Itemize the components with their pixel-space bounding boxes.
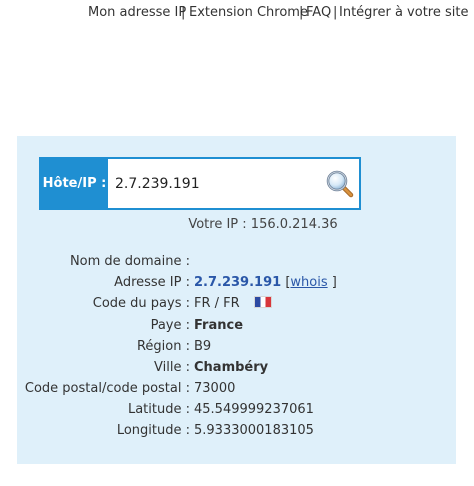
domain-label: Nom de domaine : xyxy=(69,254,190,269)
country-code-value: FR / FR xyxy=(194,296,240,311)
longitude-value: 5.9333000183105 xyxy=(194,423,314,438)
longitude-label: Longitude : xyxy=(116,423,190,438)
top-navigation: Mon adresse IP | Extension Chrome | FAQ … xyxy=(0,5,474,25)
row-city: Ville : Chambéry xyxy=(0,358,474,378)
your-ip-value: 156.0.214.36 xyxy=(250,217,338,232)
search-button[interactable] xyxy=(325,169,355,199)
city-label: Ville : xyxy=(154,360,190,375)
host-ip-label: Hôte/IP : xyxy=(41,159,108,208)
row-longitude: Longitude : 5.9333000183105 xyxy=(0,421,474,441)
ip-address-value-group: 2.7.239.191 [whois ] xyxy=(194,273,337,293)
whois-bracket-close: ] xyxy=(331,275,337,290)
latitude-label: Latitude : xyxy=(127,402,190,417)
region-label: Région : xyxy=(136,339,190,354)
row-postal-code: Code postal/code postal : 73000 xyxy=(0,379,474,399)
country-value: France xyxy=(194,318,244,333)
ip-address-label: Adresse IP : xyxy=(114,275,190,290)
country-label: Paye : xyxy=(150,318,190,333)
row-latitude: Latitude : 45.549999237061 xyxy=(0,400,474,420)
latitude-value: 45.549999237061 xyxy=(194,402,314,417)
postal-code-label: Code postal/code postal : xyxy=(24,381,190,396)
ip-address-value: 2.7.239.191 xyxy=(194,275,282,290)
whois-link[interactable]: whois xyxy=(290,275,327,290)
row-domain: Nom de domaine : xyxy=(0,252,474,272)
row-region: Région : B9 xyxy=(0,337,474,357)
nav-separator: | xyxy=(181,5,186,20)
postal-code-value: 73000 xyxy=(194,381,236,396)
nav-link-faq[interactable]: FAQ xyxy=(306,5,331,20)
your-ip-line: Votre IP : 156.0.214.36 xyxy=(0,217,474,232)
country-code-value-group: FR / FR xyxy=(194,294,272,314)
nav-separator: | xyxy=(333,5,338,20)
search-box: Hôte/IP : xyxy=(39,157,361,210)
magnifier-icon xyxy=(326,170,354,198)
nav-separator: | xyxy=(299,5,304,20)
row-country-code: Code du pays : FR / FR xyxy=(0,294,474,314)
nav-link-embed[interactable]: Intégrer à votre site xyxy=(339,5,468,20)
your-ip-label: Votre IP : xyxy=(188,217,247,232)
row-country: Paye : France xyxy=(0,316,474,336)
host-ip-input[interactable] xyxy=(111,160,321,207)
nav-link-chrome-extension[interactable]: Extension Chrome xyxy=(189,5,308,20)
nav-link-my-ip[interactable]: Mon adresse IP xyxy=(88,5,186,20)
row-ip-address: Adresse IP : 2.7.239.191 [whois ] xyxy=(0,273,474,293)
region-value: B9 xyxy=(194,339,212,354)
france-flag-icon xyxy=(253,296,272,308)
country-code-label: Code du pays : xyxy=(92,296,190,311)
city-value: Chambéry xyxy=(194,360,269,375)
